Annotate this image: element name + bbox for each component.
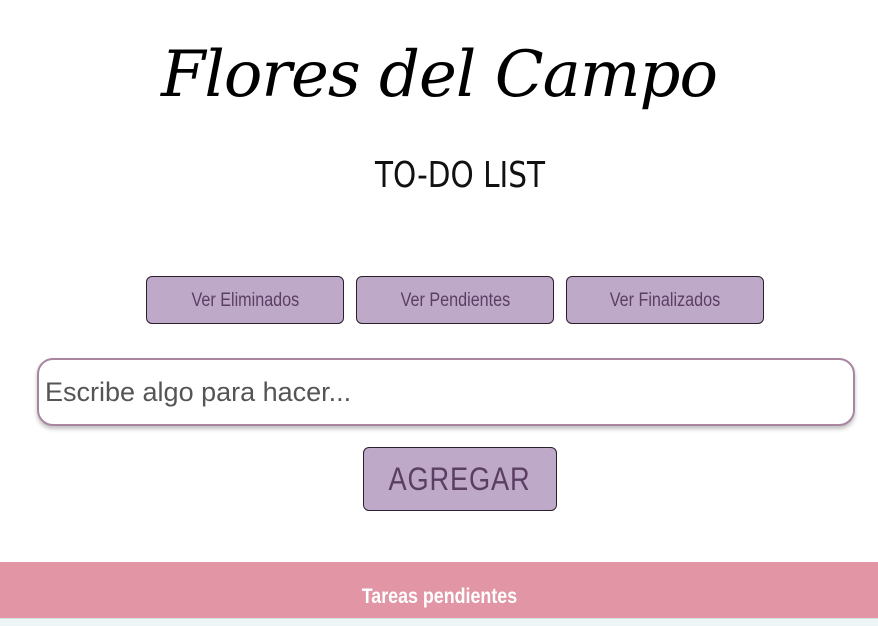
pending-tasks-header: Tareas pendientes — [0, 562, 878, 618]
view-finished-button[interactable]: Ver Finalizados — [566, 276, 764, 324]
pending-tasks-list — [0, 618, 878, 626]
pending-tasks-title: Tareas pendientes — [361, 585, 517, 608]
todo-page: Flores del Campo TO-DO LIST Ver Eliminad… — [0, 0, 878, 626]
add-task-button[interactable]: AGREGAR — [363, 447, 557, 511]
view-pending-label: Ver Pendientes — [400, 290, 510, 311]
view-deleted-label: Ver Eliminados — [191, 290, 299, 311]
view-deleted-button[interactable]: Ver Eliminados — [146, 276, 344, 324]
view-pending-button[interactable]: Ver Pendientes — [356, 276, 554, 324]
brand-title: Flores del Campo — [160, 38, 718, 112]
view-finished-label: Ver Finalizados — [609, 290, 721, 311]
add-task-label: AGREGAR — [389, 461, 531, 497]
task-input-container — [37, 358, 855, 426]
task-input[interactable] — [45, 366, 845, 418]
page-subtitle: TO-DO LIST — [374, 155, 546, 196]
